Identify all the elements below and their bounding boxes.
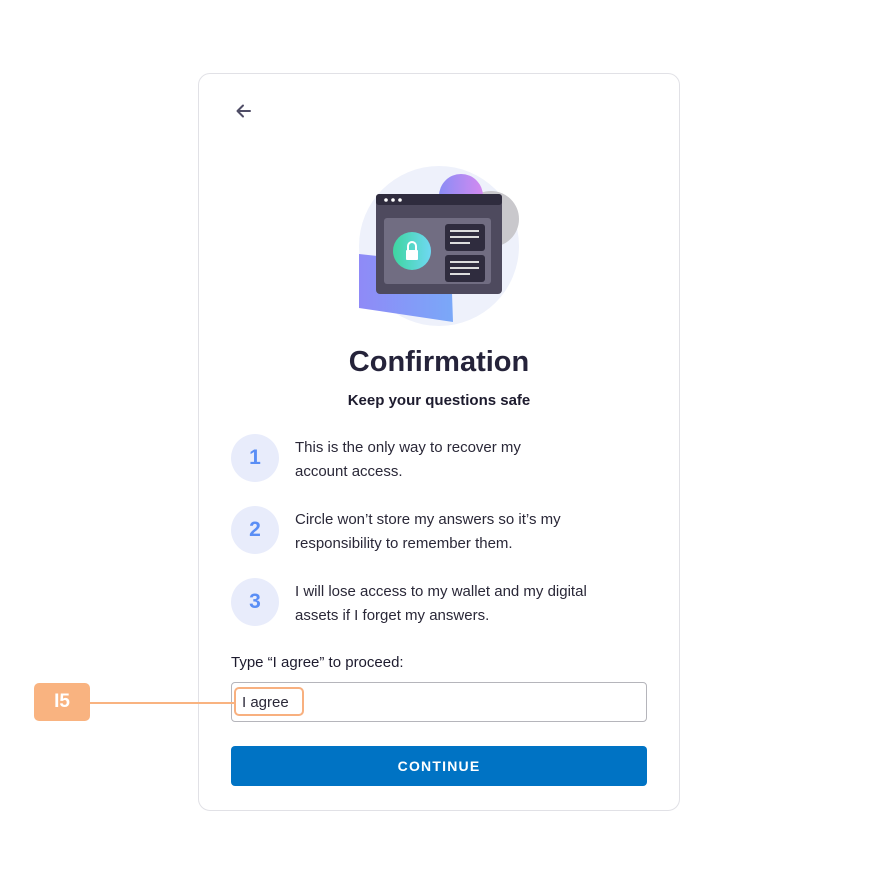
annotation-connector	[90, 702, 234, 704]
confirmation-card: Confirmation Keep your questions safe 1 …	[198, 73, 680, 811]
continue-button[interactable]: CONTINUE	[231, 746, 647, 786]
step-text: This is the only way to recover my accou…	[295, 439, 521, 480]
step-item: 3 I will lose access to my wallet and my…	[231, 578, 651, 628]
page-subtitle: Keep your questions safe	[347, 392, 531, 409]
browser-lock-illustration	[359, 166, 519, 326]
step-text: Circle won’t store my answers so it’s my…	[295, 511, 561, 552]
step-item: 2 Circle won’t store my answers so it’s …	[231, 506, 651, 556]
step-number: 2	[231, 506, 279, 554]
step-number: 1	[231, 434, 279, 482]
step-item: 1 This is the only way to recover my acc…	[231, 434, 651, 484]
arrow-left-icon[interactable]	[233, 100, 255, 122]
agree-input[interactable]	[231, 682, 647, 722]
page-title: Confirmation	[348, 346, 530, 378]
annotation-badge: I5	[34, 683, 90, 721]
step-text: I will lose access to my wallet and my d…	[295, 583, 587, 624]
agree-label: Type “I agree” to proceed:	[231, 654, 404, 671]
step-number: 3	[231, 578, 279, 626]
